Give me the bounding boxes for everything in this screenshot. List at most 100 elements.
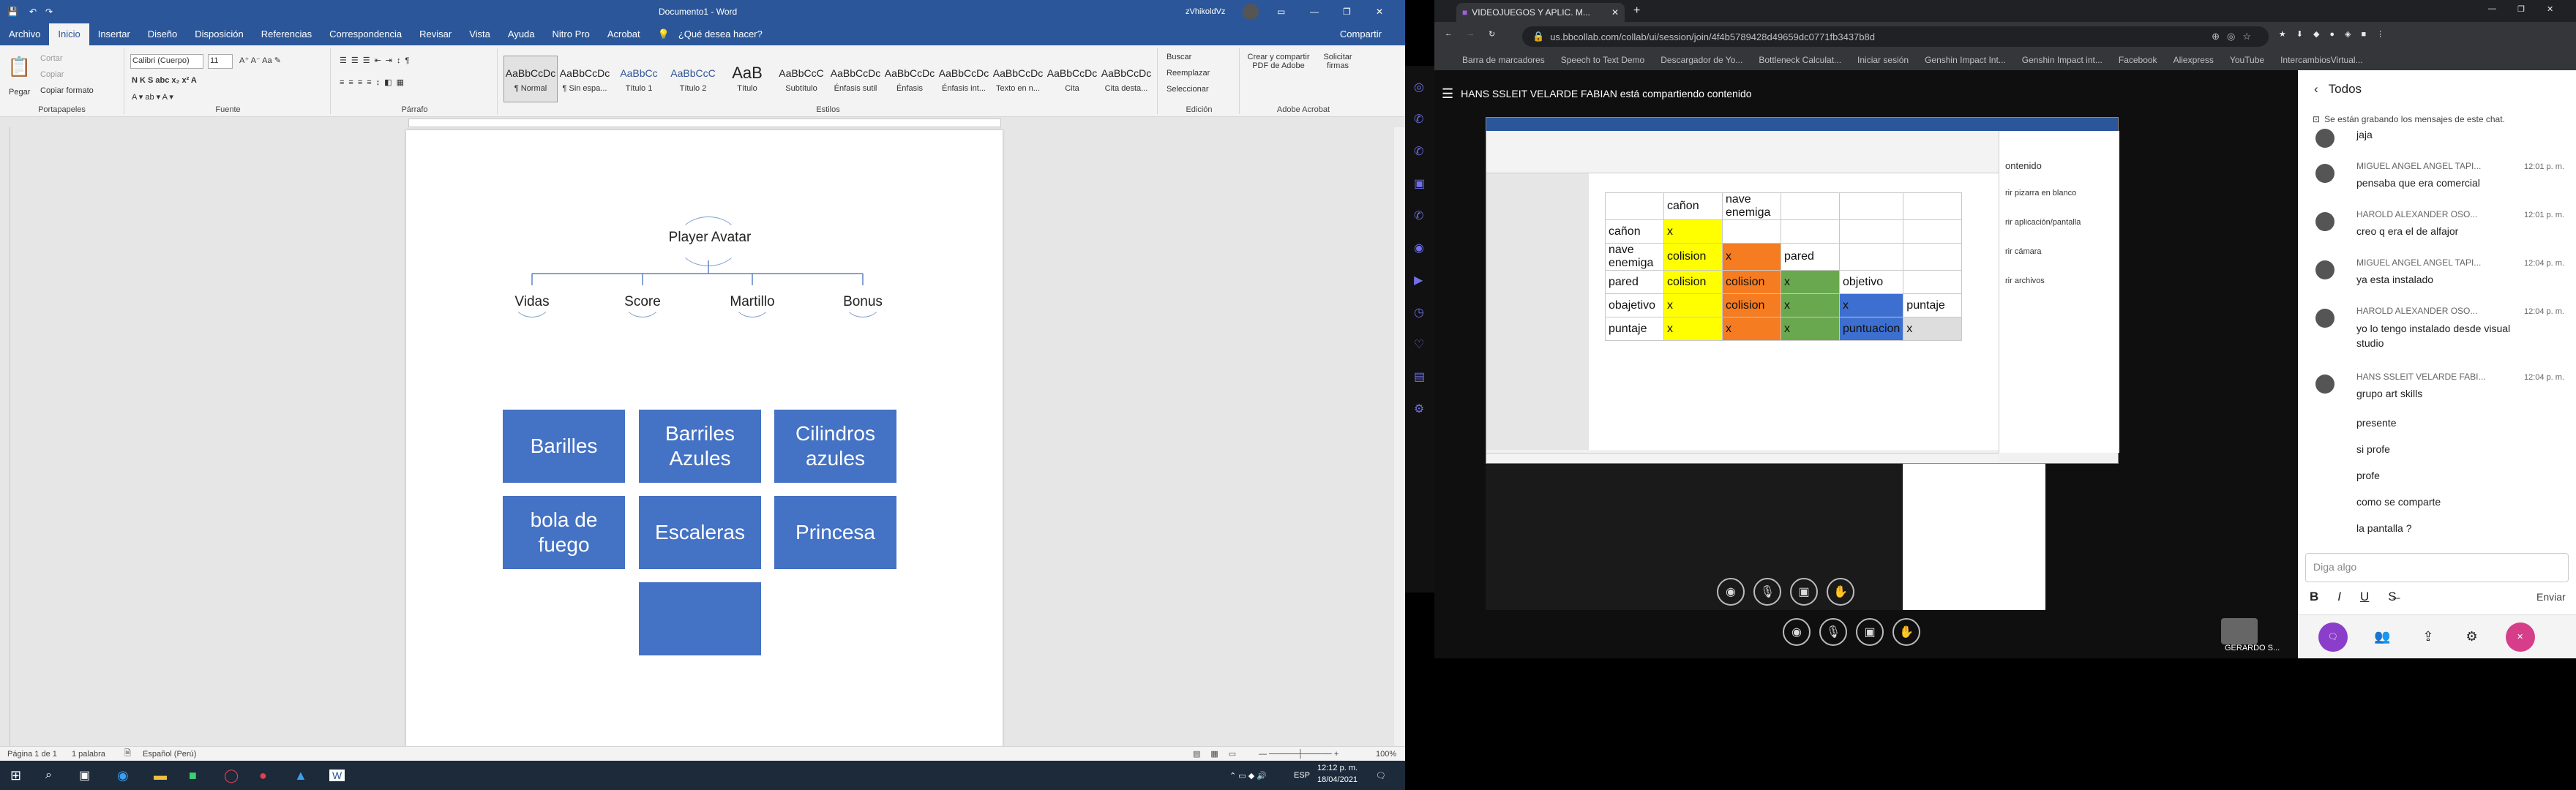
style-10[interactable]: AaBbCcDc Cita [1045, 56, 1099, 102]
clock-time[interactable]: 12:12 p. m. [1317, 764, 1358, 772]
request-signatures-button[interactable]: Solicitar firmas [1317, 53, 1358, 70]
address-bar[interactable]: 🔒 us.bbcollab.com/collab/ui/session/join… [1522, 26, 2269, 47]
paste-button[interactable]: Pegar [9, 88, 30, 97]
back-chevron-icon[interactable]: ‹ [2314, 82, 2318, 97]
chat-input[interactable]: Diga algo [2305, 553, 2569, 582]
windows-start-icon[interactable]: ⊞ [10, 768, 21, 783]
format-painter-button[interactable]: Copiar formato [40, 86, 94, 95]
reload-icon[interactable]: ↻ [1489, 29, 1495, 39]
word-taskbar-icon[interactable]: W [329, 770, 345, 781]
store-icon[interactable]: ■ [189, 768, 197, 783]
share-content-tab-icon[interactable]: ⇪ [2422, 629, 2433, 644]
zoom-slider[interactable]: — ─────┼───── + [1259, 750, 1338, 759]
raise-hand-icon[interactable]: ✋ [1892, 618, 1920, 646]
bookmark-item[interactable]: Genshin Impact Int... [1925, 55, 2006, 65]
tab-vista[interactable]: Vista [460, 23, 499, 45]
shape-princesa[interactable]: Princesa [774, 496, 896, 569]
style-7[interactable]: AaBbCcDc Énfasis [883, 56, 937, 102]
browser-minimize-icon[interactable]: — [2488, 4, 2496, 13]
align-icons[interactable]: ≡≡≡≡↕◧▦ [340, 78, 408, 87]
style-1[interactable]: AaBbCcDc ¶ Sin espa... [558, 56, 612, 102]
bookmark-item[interactable]: Facebook [2119, 55, 2157, 65]
tab-acrobat[interactable]: Acrobat [599, 23, 649, 45]
grow-font-icon[interactable]: A⁺ A⁻ Aa ✎ [239, 56, 281, 65]
style-3[interactable]: AaBbCcC Título 2 [666, 56, 720, 102]
bookmark-item[interactable]: Genshin Impact int... [2022, 55, 2103, 65]
format-icons[interactable]: N K S abc x₂ x² A [132, 76, 197, 85]
chrome-icon[interactable]: ● [259, 768, 267, 783]
shape-empty[interactable] [639, 582, 761, 655]
bookmark-item[interactable]: Aliexpress [2174, 55, 2214, 65]
create-pdf-button[interactable]: Crear y compartir PDF de Adobe [1246, 53, 1311, 70]
font-name-select[interactable]: Calibri (Cuerpo) [130, 54, 203, 69]
shape-escaleras[interactable]: Escaleras [639, 496, 761, 569]
tell-me-input[interactable]: ¿Qué desea hacer? [678, 23, 771, 45]
replace-button[interactable]: Reemplazar [1167, 69, 1210, 78]
language-status[interactable]: Español (Perú) [143, 750, 196, 759]
strikethrough-icon[interactable]: S̶ [2388, 590, 2396, 604]
copy-button[interactable]: Copiar [40, 70, 64, 79]
bookmark-item[interactable]: YouTube [2230, 55, 2264, 65]
shape-bola-de-fuego[interactable]: bola de fuego [503, 496, 625, 569]
forward-icon[interactable]: → [1467, 29, 1475, 38]
bold-icon[interactable]: B [2310, 590, 2318, 604]
tab-revisar[interactable]: Revisar [411, 23, 460, 45]
style-6[interactable]: AaBbCcDc Énfasis sutil [828, 56, 883, 102]
search-icon[interactable]: ⌕ [45, 769, 52, 782]
style-5[interactable]: AaBbCcC Subtítulo [774, 56, 828, 102]
bookmark-item[interactable]: Iniciar sesión [1857, 55, 1909, 65]
tab-insertar[interactable]: Insertar [89, 23, 139, 45]
tab-close-icon[interactable]: ✕ [1611, 7, 1619, 18]
tray-icons[interactable]: ⌃ ▭ ◆ 🔊 [1229, 771, 1267, 780]
camera-icon[interactable]: ▣ [1856, 618, 1884, 646]
ribbon-display-icon[interactable]: ▭ [1277, 7, 1285, 17]
italic-icon[interactable]: I [2337, 590, 2341, 604]
paste-icon[interactable]: 📋 [7, 56, 31, 78]
tab-correspondencia[interactable]: Correspondencia [321, 23, 411, 45]
browser-maximize-icon[interactable]: ❐ [2517, 4, 2525, 14]
minimize-icon[interactable]: — [1310, 7, 1319, 17]
zoom-level[interactable]: 100% [1376, 750, 1396, 759]
browser-close-icon[interactable]: ✕ [2547, 4, 2553, 14]
undo-icon[interactable]: ↶ [29, 7, 37, 17]
bookmark-item[interactable]: IntercambiosVirtual... [2280, 55, 2363, 65]
edge-icon[interactable]: ◉ [117, 768, 129, 783]
underline-icon[interactable]: U [2360, 590, 2369, 604]
shape-barilles[interactable]: Barilles [503, 410, 625, 483]
list-icons[interactable]: ☰☰☰⇤⇥↕¶ [340, 56, 413, 65]
style-8[interactable]: AaBbCcDc Énfasis int... [937, 56, 991, 102]
clock-date[interactable]: 18/04/2021 [1317, 775, 1358, 784]
new-tab-icon[interactable]: + [1633, 4, 1640, 18]
account-name[interactable]: zVhikoldVz [1186, 7, 1225, 16]
address-bar-icons[interactable]: ⊕◎☆ [2212, 31, 2258, 42]
tab-inicio[interactable]: Inicio [49, 23, 89, 45]
close-panel-icon[interactable]: ✕ [2505, 622, 2535, 652]
proofing-icon[interactable]: 🗎 [124, 747, 131, 761]
tab-diseno[interactable]: Diseño [139, 23, 186, 45]
chat-tab-icon[interactable]: 🗨 [2318, 622, 2348, 652]
app-icon[interactable]: ▲ [294, 768, 307, 783]
back-icon[interactable]: ← [1445, 29, 1453, 38]
shape-barriles-azules[interactable]: Barriles Azules [639, 410, 761, 483]
participants-tab-icon[interactable]: 👥 [2374, 629, 2390, 644]
tab-ayuda[interactable]: Ayuda [499, 23, 544, 45]
my-avatar[interactable]: ◉ [1783, 618, 1811, 646]
style-4[interactable]: AaB Título [720, 56, 774, 102]
document-scrollbar[interactable] [1394, 127, 1405, 746]
maximize-icon[interactable]: ❐ [1343, 7, 1351, 17]
bookmark-item[interactable]: Descargador de Yo... [1660, 55, 1742, 65]
bookmark-item[interactable]: Bottleneck Calculat... [1759, 55, 1841, 65]
bookmark-item[interactable]: Barra de marcadores [1462, 55, 1545, 65]
ruler-scale[interactable] [408, 118, 1001, 127]
color-icons[interactable]: A ▾ ab ▾ A ▾ [132, 92, 173, 102]
tab-nitro[interactable]: Nitro Pro [544, 23, 599, 45]
mic-icon[interactable]: 🎙 [1819, 618, 1847, 646]
avatar[interactable] [1243, 4, 1259, 20]
tab-referencias[interactable]: Referencias [252, 23, 321, 45]
send-button[interactable]: Enviar [2536, 591, 2566, 603]
find-button[interactable]: Buscar [1167, 53, 1191, 61]
font-size-select[interactable]: 11 [208, 54, 233, 69]
style-2[interactable]: AaBbCc Título 1 [612, 56, 666, 102]
tab-archivo[interactable]: Archivo [0, 23, 49, 45]
style-9[interactable]: AaBbCcDc Texto en n... [991, 56, 1045, 102]
